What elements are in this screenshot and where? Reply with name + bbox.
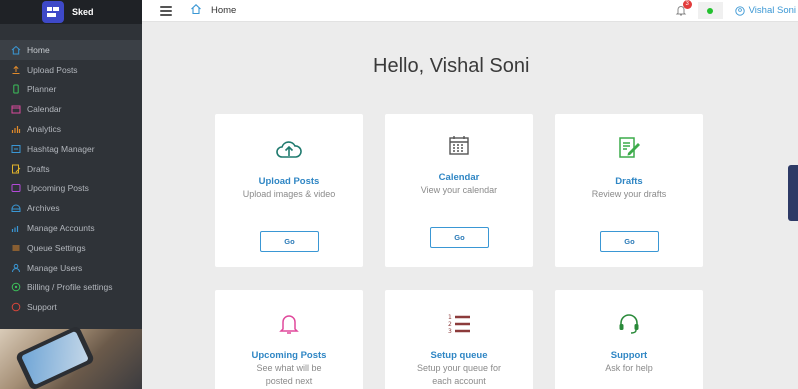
sidebar-nav: Home Upload Posts Planner Calendar Analytics… [0,24,142,317]
sidebar-item-label: Manage Users [27,262,83,273]
online-status[interactable] [697,2,723,19]
billing-icon [11,282,21,292]
card-drafts[interactable]: Drafts Review your drafts Go [555,114,703,267]
sidebar-item-label: Hashtag Manager [27,143,95,154]
sidebar: Sked Home Upload Posts Planner Calendar Anal… [0,0,142,389]
sidebar-item-label: Upcoming Posts [27,183,89,194]
card-setup-queue[interactable]: 123 Setup queue Setup your queue for eac… [385,290,533,389]
support-icon [11,302,21,312]
brand-name: Sked [72,7,94,17]
numbered-list-icon: 123 [447,312,471,341]
calendar-grid-icon [448,134,470,161]
sidebar-item-billing-profile-settings[interactable]: Billing / Profile settings [0,278,142,298]
drafts-icon [11,164,21,174]
sidebar-item-analytics[interactable]: Analytics [0,119,142,139]
sidebar-item-label: Analytics [27,124,62,135]
sidebar-item-manage-users[interactable]: Manage Users [0,258,142,278]
card-subtitle: Upload images & video [242,189,336,199]
greeting: Hello, Vishal Soni [373,55,530,77]
sidebar-item-drafts[interactable]: Drafts [0,159,142,179]
sidebar-item-planner[interactable]: Planner [0,80,142,100]
sidebar-item-label: Queue Settings [27,242,86,253]
drafts-edit-icon [617,136,641,165]
card-subtitle: Review your drafts [591,189,667,199]
card-title: Support [610,350,648,361]
svg-text:1: 1 [448,314,452,321]
upload-go-button[interactable]: Go [260,231,319,252]
hashtag-icon [11,144,21,154]
bell-outline-icon [278,312,300,341]
sidebar-item-queue-settings[interactable]: Queue Settings [0,238,142,258]
sidebar-item-manage-accounts[interactable]: Manage Accounts [0,218,142,238]
sidebar-item-upload-posts[interactable]: Upload Posts [0,60,142,80]
svg-text:3: 3 [448,328,452,335]
headset-icon [617,312,641,341]
sidebar-item-label: Billing / Profile settings [27,282,113,293]
sidebar-item-calendar[interactable]: Calendar [0,99,142,119]
card-subtitle: See what will be posted next [256,363,322,386]
sidebar-item-label: Support [27,302,57,313]
user-name: Vishal Soni [748,5,796,16]
sidebar-item-label: Archives [27,203,60,214]
card-calendar[interactable]: Calendar View your calendar Go [385,114,533,267]
queue-icon [11,243,21,253]
notification-badge: 3 [682,0,692,9]
menu-toggle-icon[interactable] [160,5,172,16]
card-title: Calendar [438,172,480,183]
sidebar-item-home[interactable]: Home [0,40,142,60]
sidebar-item-archives[interactable]: Archives [0,198,142,218]
users-icon [11,263,21,273]
svg-text:2: 2 [448,321,452,328]
sidebar-item-label: Planner [27,84,57,95]
drafts-go-button[interactable]: Go [600,231,659,252]
card-upcoming-posts[interactable]: Upcoming Posts See what will be posted n… [215,290,363,389]
sidebar-item-label: Calendar [27,104,62,115]
sked-logo-icon[interactable] [42,1,64,23]
archive-icon [11,203,21,213]
calendar-go-button[interactable]: Go [430,227,489,248]
brand-header: Sked [0,0,142,24]
user-icon [734,5,745,16]
card-title: Drafts [615,176,643,187]
card-subtitle: View your calendar [420,185,498,195]
calendar-icon [11,104,21,114]
card-subtitle: Setup your queue for each account [416,363,502,386]
sidebar-item-support[interactable]: Support [0,297,142,317]
user-menu[interactable]: Vishal Soni [734,5,796,16]
sidebar-item-upcoming-posts[interactable]: Upcoming Posts [0,179,142,199]
sidebar-item-label: Home [27,44,50,55]
card-support[interactable]: Support Ask for help [555,290,703,389]
sidebar-item-hashtag-manager[interactable]: Hashtag Manager [0,139,142,159]
sidebar-item-label: Upload Posts [27,64,78,75]
feedback-tab[interactable] [788,165,798,221]
card-title: Upload Posts [258,176,320,187]
notifications-button[interactable]: 3 [674,0,692,19]
accounts-icon [11,223,21,233]
card-subtitle: Ask for help [605,363,653,373]
card-title: Upcoming Posts [251,350,327,361]
card-upload-posts[interactable]: Upload Posts Upload images & video Go [215,114,363,267]
card-title: Setup queue [430,350,488,361]
home-icon[interactable] [190,2,202,20]
phone-icon [11,84,21,94]
sidebar-item-label: Manage Accounts [27,223,95,234]
status-dot-icon [707,7,714,14]
cloud-upload-icon [276,138,302,167]
topbar: Home 3 Vishal Soni [142,0,798,22]
sidebar-item-label: Drafts [27,163,50,174]
clock-icon [11,183,21,193]
chart-icon [11,124,21,134]
breadcrumb[interactable]: Home [211,5,236,16]
upload-icon [11,65,21,75]
home-icon [11,45,21,55]
